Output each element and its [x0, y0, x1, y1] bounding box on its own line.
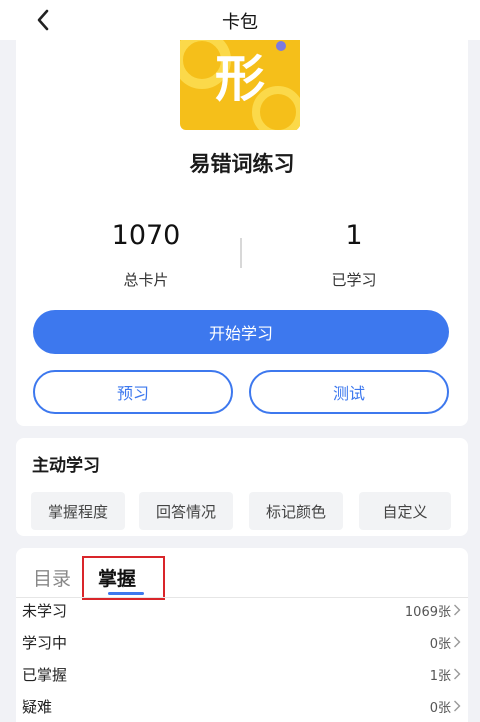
total-cards-label: 总卡片 — [123, 271, 169, 289]
mastery-list-card: 目录 掌握 未学习 1069张 学习中 0张 已掌握 1张 疑难 0张 — [16, 548, 468, 722]
list-item-mastered[interactable]: 已掌握 1张 — [11, 658, 475, 690]
chevron-right-icon — [454, 668, 461, 680]
list-item-learning[interactable]: 学习中 0张 — [11, 626, 475, 658]
chevron-right-icon — [454, 700, 461, 712]
list-item-label: 疑难 — [22, 697, 53, 716]
list-item-label: 未学习 — [22, 601, 68, 620]
total-cards-stat: 1070 总卡片 — [56, 220, 236, 290]
list-item-unlearned[interactable]: 未学习 1069张 — [11, 594, 475, 626]
list-item-count: 0张 — [429, 700, 451, 716]
deck-logo: 形 — [180, 40, 300, 130]
logo-glyph: 形 — [215, 50, 265, 108]
active-learning-title: 主动学习 — [32, 456, 100, 476]
learned-stat: 1 已学习 — [264, 220, 444, 290]
active-learning-card: 主动学习 掌握程度 回答情况 标记颜色 自定义 — [16, 438, 468, 536]
top-bar: 卡包 — [0, 0, 480, 40]
learned-value: 1 — [345, 220, 363, 251]
list-item-label: 已掌握 — [22, 665, 68, 684]
chevron-right-icon — [454, 636, 461, 648]
chip-custom[interactable]: 自定义 — [359, 492, 451, 530]
total-cards-value: 1070 — [111, 220, 181, 251]
list-item-label: 学习中 — [22, 633, 68, 652]
chip-mastery-level[interactable]: 掌握程度 — [31, 492, 125, 530]
learned-label: 已学习 — [331, 271, 377, 289]
chip-mark-color[interactable]: 标记颜色 — [249, 492, 343, 530]
list-item-count: 1069张 — [404, 604, 451, 620]
page-title: 卡包 — [222, 12, 258, 33]
test-button[interactable]: 测试 — [249, 370, 449, 414]
start-learning-button[interactable]: 开始学习 — [33, 310, 449, 354]
deck-name: 易错词练习 — [189, 152, 295, 176]
deck-overview-card: 形 易错词练习 1070 总卡片 1 已学习 开始学习 预习 测试 — [16, 40, 468, 426]
stats-divider — [240, 238, 242, 268]
list-item-count: 0张 — [429, 636, 451, 652]
list-item-difficult[interactable]: 疑难 0张 — [11, 690, 475, 722]
list-item-count: 1张 — [429, 668, 451, 684]
chevron-right-icon — [454, 604, 461, 616]
chip-answer-status[interactable]: 回答情况 — [139, 492, 233, 530]
tab-catalog[interactable]: 目录 — [33, 564, 71, 591]
preview-button[interactable]: 预习 — [33, 370, 233, 414]
